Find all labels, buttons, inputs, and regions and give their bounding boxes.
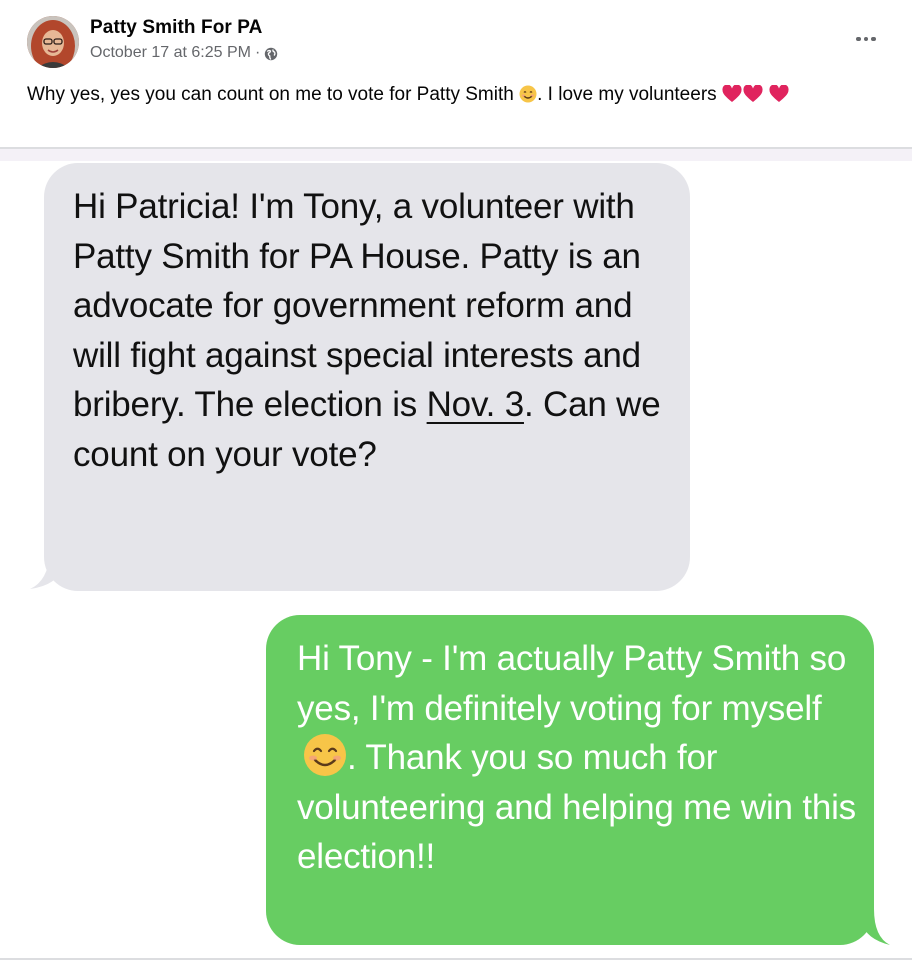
post-meta: October 17 at 6:25 PM ·: [90, 44, 278, 62]
caption-text-end: . I love my volunteers: [537, 84, 717, 105]
post-header: Patty Smith For PA October 17 at 6:25 PM…: [0, 0, 912, 80]
globe-icon[interactable]: [264, 47, 278, 61]
more-dot: [856, 36, 861, 42]
avatar-image: [27, 16, 79, 68]
author-avatar[interactable]: [27, 16, 79, 68]
screenshot-top-band: [0, 149, 912, 161]
outgoing-message-text: Hi Tony - I'm actually Patty Smith so ye…: [297, 634, 867, 882]
post-timestamp[interactable]: October 17 at 6:25 PM: [90, 44, 251, 62]
smiling-face-icon: [519, 84, 537, 103]
meta-separator: ·: [254, 44, 261, 61]
facebook-post: Patty Smith For PA October 17 at 6:25 PM…: [0, 0, 912, 962]
incoming-message-text: Hi Patricia! I'm Tony, a volunteer with …: [73, 182, 683, 479]
smiling-face-icon: [303, 733, 347, 777]
heart-icon: [743, 84, 763, 102]
outgoing-message-part2: . Thank you so much for volunteering and…: [297, 738, 856, 876]
author-name[interactable]: Patty Smith For PA: [90, 17, 262, 39]
post-caption: Why yes, yes you can count on me to vote…: [27, 81, 887, 108]
post-bottom-border: [0, 958, 912, 960]
more-dot: [863, 36, 869, 42]
heart-icon: [769, 84, 789, 102]
more-options-button[interactable]: [846, 24, 886, 54]
caption-text-start: Why yes, yes you can count on me to vote…: [27, 84, 514, 105]
heart-icon: [722, 84, 742, 102]
date-link[interactable]: Nov. 3: [427, 385, 525, 424]
more-dot: [871, 36, 876, 42]
outgoing-message-part1: Hi Tony - I'm actually Patty Smith so ye…: [297, 639, 847, 728]
